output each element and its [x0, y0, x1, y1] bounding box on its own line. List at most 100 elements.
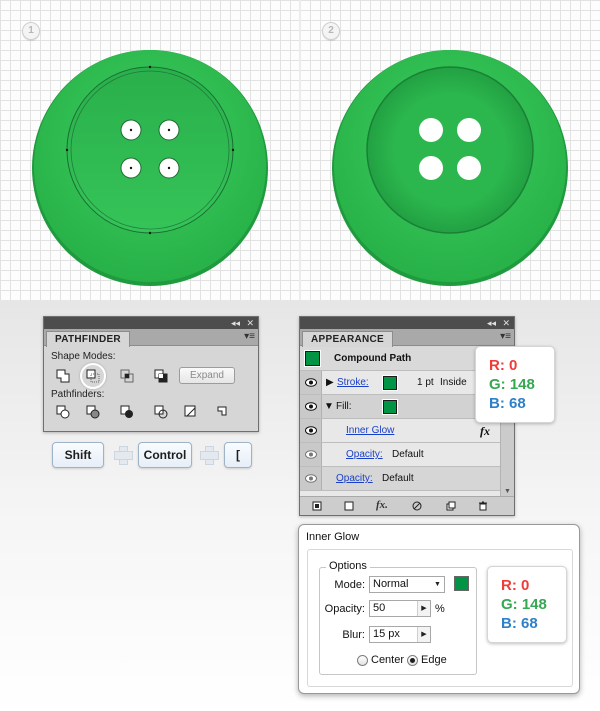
collapse-icon[interactable]: ◂◂: [231, 317, 240, 329]
opacity-unit: %: [435, 603, 445, 615]
step-1-badge: 1: [22, 22, 40, 40]
dialog-title: Inner Glow: [306, 531, 360, 543]
green-value: G: 148: [501, 596, 547, 613]
rgb-values-card: R: 0 G: 148 B: 68: [487, 566, 567, 643]
blur-input[interactable]: 15 px ▶: [369, 626, 431, 643]
bracket-key: [: [224, 442, 252, 468]
red-value: R: 0: [501, 577, 530, 594]
stroke-align: Inside: [440, 377, 467, 388]
blue-value: B: 68: [501, 615, 538, 632]
panel-tab-row: APPEARANCE ▾≡: [300, 329, 514, 347]
eye-icon[interactable]: [305, 474, 317, 483]
object-thumbnail: [304, 350, 321, 367]
collapse-triangle-icon[interactable]: ▼: [324, 401, 334, 412]
button-step-1: [32, 50, 268, 286]
edge-label: Edge: [421, 654, 447, 666]
stroke-weight[interactable]: 1 pt: [417, 377, 434, 388]
outline-icon[interactable]: [184, 405, 198, 419]
visibility-cell: [300, 371, 322, 394]
button-hole: [419, 156, 443, 180]
fx-icon[interactable]: fx: [480, 424, 490, 439]
canvas-divider: [299, 0, 301, 300]
button-hole: [419, 118, 443, 142]
add-effect-icon[interactable]: fx.: [376, 499, 388, 511]
object-opacity-row[interactable]: Opacity: Default: [300, 467, 514, 491]
trash-icon[interactable]: [478, 501, 488, 511]
close-icon[interactable]: ✕: [246, 317, 254, 329]
panel-menu-icon[interactable]: ▾≡: [244, 331, 255, 343]
shift-key: Shift: [52, 442, 104, 468]
panel-title-bar[interactable]: ◂◂ ✕: [300, 317, 514, 329]
rgb-values-card: R: 0 G: 148 B: 68: [475, 346, 555, 423]
visibility-cell: [300, 395, 322, 418]
eye-icon[interactable]: [305, 402, 317, 411]
visibility-cell: [300, 467, 322, 490]
button-inner-dish: [366, 66, 534, 234]
panel-title-bar[interactable]: ◂◂ ✕: [44, 317, 258, 329]
tab-appearance[interactable]: APPEARANCE: [302, 331, 394, 347]
duplicate-item-icon[interactable]: [446, 501, 456, 511]
opacity-input[interactable]: 50 ▶: [369, 600, 431, 617]
close-icon[interactable]: ✕: [502, 317, 510, 329]
expand-triangle-icon[interactable]: ▶: [326, 377, 334, 388]
minus-front-icon[interactable]: [86, 369, 100, 383]
clear-appearance-icon[interactable]: [412, 501, 422, 511]
options-legend: Options: [326, 560, 370, 572]
button-hole: [457, 118, 481, 142]
inner-glow-link[interactable]: Inner Glow: [346, 425, 394, 436]
panel-footer: fx.: [300, 496, 514, 515]
tab-pathfinder[interactable]: PATHFINDER: [46, 331, 130, 347]
eye-icon[interactable]: [305, 426, 317, 435]
mode-select[interactable]: Normal ▼: [369, 576, 445, 593]
pathfinder-panel: ◂◂ ✕ PATHFINDER ▾≡ Shape Modes: Expand P…: [43, 316, 259, 432]
merge-icon[interactable]: [120, 405, 134, 419]
plus-icon: [200, 446, 219, 465]
pathfinders-label: Pathfinders:: [51, 389, 105, 400]
stepper-arrow-icon[interactable]: ▶: [417, 627, 430, 642]
fill-opacity-link[interactable]: Opacity:: [346, 449, 383, 460]
fill-opacity-row[interactable]: Opacity: Default: [300, 443, 514, 467]
eye-icon[interactable]: [305, 450, 317, 459]
mode-value: Normal: [373, 578, 409, 590]
unite-icon[interactable]: [56, 369, 70, 383]
stroke-swatch[interactable]: [382, 375, 398, 391]
blue-value: B: 68: [489, 395, 526, 412]
add-fill-icon[interactable]: [344, 501, 354, 511]
opacity-value: 50: [373, 602, 386, 614]
fill-swatch[interactable]: [382, 399, 398, 415]
add-stroke-icon[interactable]: [312, 501, 322, 511]
divide-icon[interactable]: [56, 405, 70, 419]
trim-icon[interactable]: [86, 405, 100, 419]
button-step-2: [332, 50, 568, 286]
collapse-icon[interactable]: ◂◂: [487, 317, 496, 329]
glow-color-swatch[interactable]: [453, 575, 470, 592]
stroke-label[interactable]: Stroke:: [337, 377, 369, 388]
object-opacity-link[interactable]: Opacity:: [336, 473, 373, 484]
minus-back-icon[interactable]: [214, 405, 228, 419]
exclude-icon[interactable]: [154, 369, 168, 383]
blur-value: 15 px: [373, 628, 400, 640]
chevron-down-icon[interactable]: ▼: [431, 577, 444, 592]
red-value: R: 0: [489, 357, 518, 374]
expand-button[interactable]: Expand: [179, 367, 235, 384]
crop-icon[interactable]: [154, 405, 168, 419]
fill-label: Fill:: [336, 401, 352, 412]
panel-menu-icon[interactable]: ▾≡: [500, 331, 511, 343]
green-value: G: 148: [489, 376, 535, 393]
center-radio[interactable]: [357, 655, 368, 666]
visibility-cell: [300, 419, 322, 442]
object-opacity-value: Default: [382, 473, 414, 484]
opacity-label: Opacity:: [324, 603, 365, 615]
shape-modes-label: Shape Modes:: [51, 351, 116, 362]
button-hole: [457, 156, 481, 180]
edge-radio[interactable]: [407, 655, 418, 666]
intersect-icon[interactable]: [120, 369, 134, 383]
panel-tab-row: PATHFINDER ▾≡: [44, 329, 258, 347]
mode-label: Mode:: [334, 579, 365, 591]
scroll-down-icon[interactable]: ▼: [504, 488, 511, 495]
fill-opacity-value: Default: [392, 449, 424, 460]
step-2-badge: 2: [322, 22, 340, 40]
stepper-arrow-icon[interactable]: ▶: [417, 601, 430, 616]
button-inner-dish: [66, 66, 234, 234]
eye-icon[interactable]: [305, 378, 317, 387]
